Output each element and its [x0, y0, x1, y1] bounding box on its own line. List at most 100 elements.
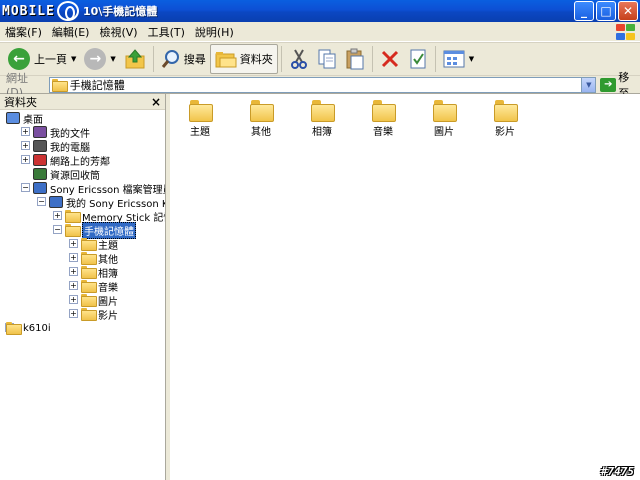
tree-item[interactable]: + 主題	[0, 237, 165, 252]
minimize-button[interactable]: _	[574, 1, 594, 21]
folder-tree: 桌面 + 我的文件 + 我的電腦 + 網路上的芳鄰 資源回收筒 − Sony Ericsson 檔…	[0, 110, 165, 335]
toolbar-separator	[371, 46, 373, 72]
folder-icon	[250, 100, 274, 122]
tree-item[interactable]: + 網路上的芳鄰	[0, 153, 165, 168]
tree-item[interactable]: + 其他	[0, 251, 165, 266]
expand-icon[interactable]: +	[21, 155, 30, 164]
folder-item-label: 其他	[251, 127, 271, 138]
delete-button[interactable]	[376, 44, 404, 74]
toolbar-separator	[434, 46, 436, 72]
menu-edit[interactable]: 編輯(E)	[47, 24, 95, 40]
logo-ring-icon	[56, 1, 79, 21]
chevron-down-icon: ▼	[110, 55, 116, 63]
tree-item[interactable]: + 影片	[0, 307, 165, 322]
expand-icon[interactable]: +	[21, 127, 30, 136]
tree-item[interactable]: 桌面	[0, 111, 165, 126]
folder-icon	[81, 294, 97, 307]
collapse-icon[interactable]: −	[53, 225, 62, 234]
tree-item-label: 音樂	[98, 282, 118, 294]
toolbar: ← 上一頁 ▼ → ▼ 搜尋 資料夾 ▼	[0, 42, 640, 76]
expand-icon[interactable]: +	[69, 253, 78, 262]
folder-icon	[494, 100, 518, 122]
maximize-button[interactable]: □	[596, 1, 616, 21]
copy-button[interactable]	[313, 44, 341, 74]
tree-item-label: 資源回收筒	[50, 170, 100, 182]
tree-item[interactable]: − 我的 Sony Ericsson K610	[0, 195, 165, 210]
address-input[interactable]: 手機記憶體 ▼	[48, 76, 597, 93]
toolbar-separator	[152, 46, 154, 72]
tree-item-label: Sony Ericsson 檔案管理員	[50, 184, 166, 196]
close-pane-icon[interactable]: ×	[151, 95, 161, 109]
title-bar[interactable]: MOBILE 10\手機記憶體 _ □ ✕	[0, 0, 640, 22]
folder-icon	[81, 266, 97, 279]
tree-item[interactable]: + 音樂	[0, 279, 165, 294]
properties-icon	[410, 49, 426, 69]
folder-icon	[65, 210, 81, 223]
collapse-icon[interactable]: −	[37, 197, 46, 206]
folder-item-label: 圖片	[434, 127, 454, 138]
tree-item[interactable]: − 手機記憶體	[0, 221, 165, 239]
tree-item-label: k610i	[23, 322, 51, 334]
folder-item[interactable]: 影片	[476, 100, 534, 138]
menu-view[interactable]: 檢視(V)	[94, 24, 142, 40]
tree-item[interactable]: + 圖片	[0, 293, 165, 308]
folder-item[interactable]: 音樂	[354, 100, 412, 138]
recycle-bin-icon	[33, 168, 47, 180]
watermark-text: #7475	[600, 465, 634, 478]
menu-file[interactable]: 檔案(F)	[0, 24, 47, 40]
tree-item-label: 我的電腦	[50, 142, 90, 154]
tree-item[interactable]: + k610i	[0, 321, 165, 335]
folder-item[interactable]: 圖片	[415, 100, 473, 138]
close-icon: ✕	[622, 4, 634, 18]
tree-item-label: 影片	[98, 310, 118, 322]
tree-item-label: 圖片	[98, 296, 118, 308]
up-folder-icon	[125, 49, 145, 69]
tree-item-label: 主題	[98, 240, 118, 252]
folders-button[interactable]: 資料夾	[209, 44, 278, 74]
tree-item-label: 其他	[98, 254, 118, 266]
folder-item-label: 影片	[495, 127, 515, 138]
folder-item[interactable]: 其他	[232, 100, 290, 138]
tree-item[interactable]: + 我的電腦	[0, 139, 165, 154]
search-button[interactable]: 搜尋	[157, 44, 210, 74]
close-button[interactable]: ✕	[618, 1, 638, 21]
paste-icon	[346, 48, 364, 70]
properties-button[interactable]	[404, 44, 432, 74]
expand-icon[interactable]: +	[53, 211, 62, 220]
views-button[interactable]: ▼	[439, 44, 478, 74]
menu-help[interactable]: 說明(H)	[190, 24, 239, 40]
collapse-icon[interactable]: −	[21, 183, 30, 192]
folder-item[interactable]: 相簿	[293, 100, 351, 138]
toolbar-separator	[280, 46, 282, 72]
tree-item[interactable]: − Sony Ericsson 檔案管理員	[0, 181, 166, 196]
expand-icon[interactable]: +	[21, 141, 30, 150]
folder-item[interactable]: 主題	[171, 100, 229, 138]
tree-item-label: 我的 Sony Ericsson K610	[66, 198, 165, 210]
expand-icon[interactable]: +	[69, 281, 78, 290]
scissors-icon	[290, 49, 307, 69]
forward-button[interactable]: → ▼	[80, 44, 119, 74]
menu-tools[interactable]: 工具(T)	[143, 24, 190, 40]
expand-icon[interactable]: +	[69, 267, 78, 276]
search-icon	[161, 50, 179, 68]
address-dropdown-button[interactable]: ▼	[581, 77, 596, 92]
paste-button[interactable]	[341, 44, 369, 74]
tree-item-label: 相簿	[98, 268, 118, 280]
forward-arrow-icon: →	[84, 48, 107, 70]
folder-pane-title: 資料夾	[4, 95, 37, 109]
up-folder-button[interactable]	[120, 44, 150, 74]
expand-icon[interactable]: +	[69, 295, 78, 304]
folder-contents-pane: 主題 其他 相簿 音樂 圖片 影片	[170, 94, 640, 480]
cut-button[interactable]	[285, 44, 313, 74]
folder-icon	[6, 322, 22, 335]
expand-icon[interactable]: +	[69, 239, 78, 248]
folders-icon	[215, 52, 237, 68]
tree-item[interactable]: + 我的文件	[0, 125, 165, 140]
folder-item-label: 相簿	[312, 127, 332, 138]
copy-icon	[318, 49, 336, 69]
folder-open-icon	[65, 224, 81, 237]
tree-item[interactable]: 資源回收筒	[0, 167, 165, 182]
tree-item[interactable]: + 相簿	[0, 265, 165, 280]
expand-icon[interactable]: +	[69, 309, 78, 318]
tree-item-label: 我的文件	[50, 128, 90, 140]
